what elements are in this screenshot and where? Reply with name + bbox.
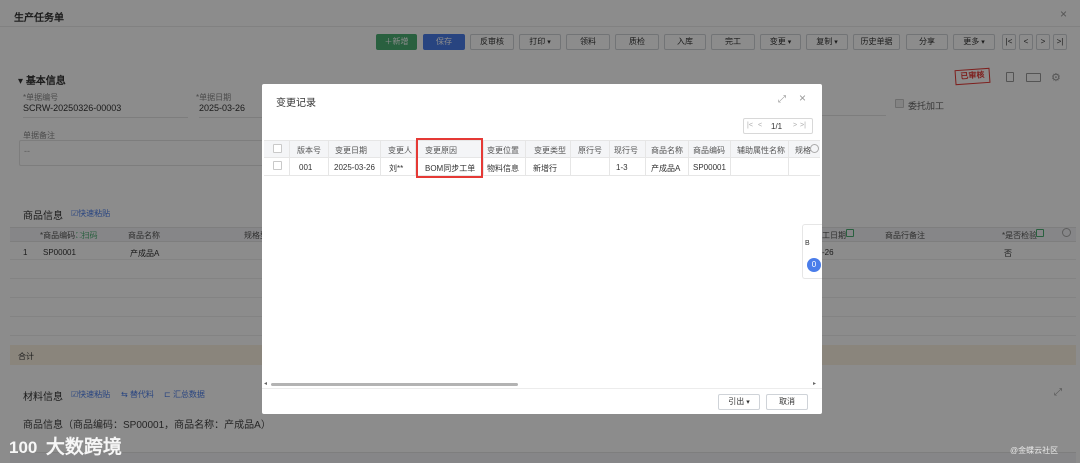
dialog-prev-page[interactable]: < xyxy=(758,122,762,129)
row-version: 001 xyxy=(299,163,313,172)
change-reason-highlight xyxy=(416,138,483,178)
row-current-line: 1-3 xyxy=(616,163,628,172)
header-product-code: 商品编码 xyxy=(693,146,725,155)
cancel-button[interactable]: 取消 xyxy=(766,394,808,410)
row-change-location: 物料信息 xyxy=(487,164,519,173)
scroll-right-arrow[interactable]: ▸ xyxy=(813,380,816,387)
brand-logo-text: 大数跨境 xyxy=(45,437,122,458)
row-change-date: 2025-03-26 xyxy=(334,163,375,172)
change-table: 版本号 变更日期 变更人 变更原因 变更位置 变更类型 原行号 现行号 商品名称… xyxy=(264,138,820,178)
brand-logo-mark: 100 xyxy=(9,438,38,457)
brand-logo: 100 大数跨境 xyxy=(9,432,122,459)
header-version: 版本号 xyxy=(297,146,321,155)
row-checkbox[interactable] xyxy=(273,161,282,172)
horizontal-scrollbar[interactable]: ◂ ▸ xyxy=(264,380,820,387)
header-change-type: 变更类型 xyxy=(534,146,566,155)
change-record-dialog: 变更记录 ⤢ × |< < 1/1 > >| 版本号 变更日期 变更人 变更原因… xyxy=(262,84,822,414)
side-tab-label: B xyxy=(805,240,810,247)
header-product-name: 商品名称 xyxy=(651,146,683,155)
dialog-last-page[interactable]: >| xyxy=(800,122,806,129)
corner-watermark: @金蝶云社区 xyxy=(1010,446,1059,455)
row-changer: 刘** xyxy=(389,164,404,173)
row-change-type: 新增行 xyxy=(533,164,557,173)
export-button[interactable]: 引出 ▾ xyxy=(718,394,760,410)
header-original-line: 原行号 xyxy=(578,146,602,155)
scrollbar-thumb[interactable] xyxy=(271,383,518,386)
header-change-location: 变更位置 xyxy=(487,146,519,155)
select-all-checkbox[interactable] xyxy=(273,144,282,155)
row-product-code: SP00001 xyxy=(693,163,726,172)
header-spec: 规格 xyxy=(795,146,811,155)
maximize-icon[interactable]: ⤢ xyxy=(778,94,786,105)
chevron-down-icon: ▾ xyxy=(746,399,750,406)
scroll-left-arrow[interactable]: ◂ xyxy=(264,380,267,387)
header-aux-attr: 辅助属性名称 xyxy=(737,146,785,155)
header-change-date: 变更日期 xyxy=(335,146,367,155)
dialog-close-icon[interactable]: × xyxy=(799,91,806,105)
dialog-next-page[interactable]: > xyxy=(793,122,797,129)
dialog-title: 变更记录 xyxy=(276,98,316,109)
header-changer: 变更人 xyxy=(388,146,412,155)
table-settings-icon[interactable] xyxy=(810,144,819,153)
dialog-first-page[interactable]: |< xyxy=(747,122,753,129)
header-current-line: 现行号 xyxy=(614,146,638,155)
dialog-page-indicator: 1/1 xyxy=(771,122,783,131)
side-tab-badge: 0 xyxy=(807,258,821,272)
row-product-name: 产成品A xyxy=(651,164,681,173)
